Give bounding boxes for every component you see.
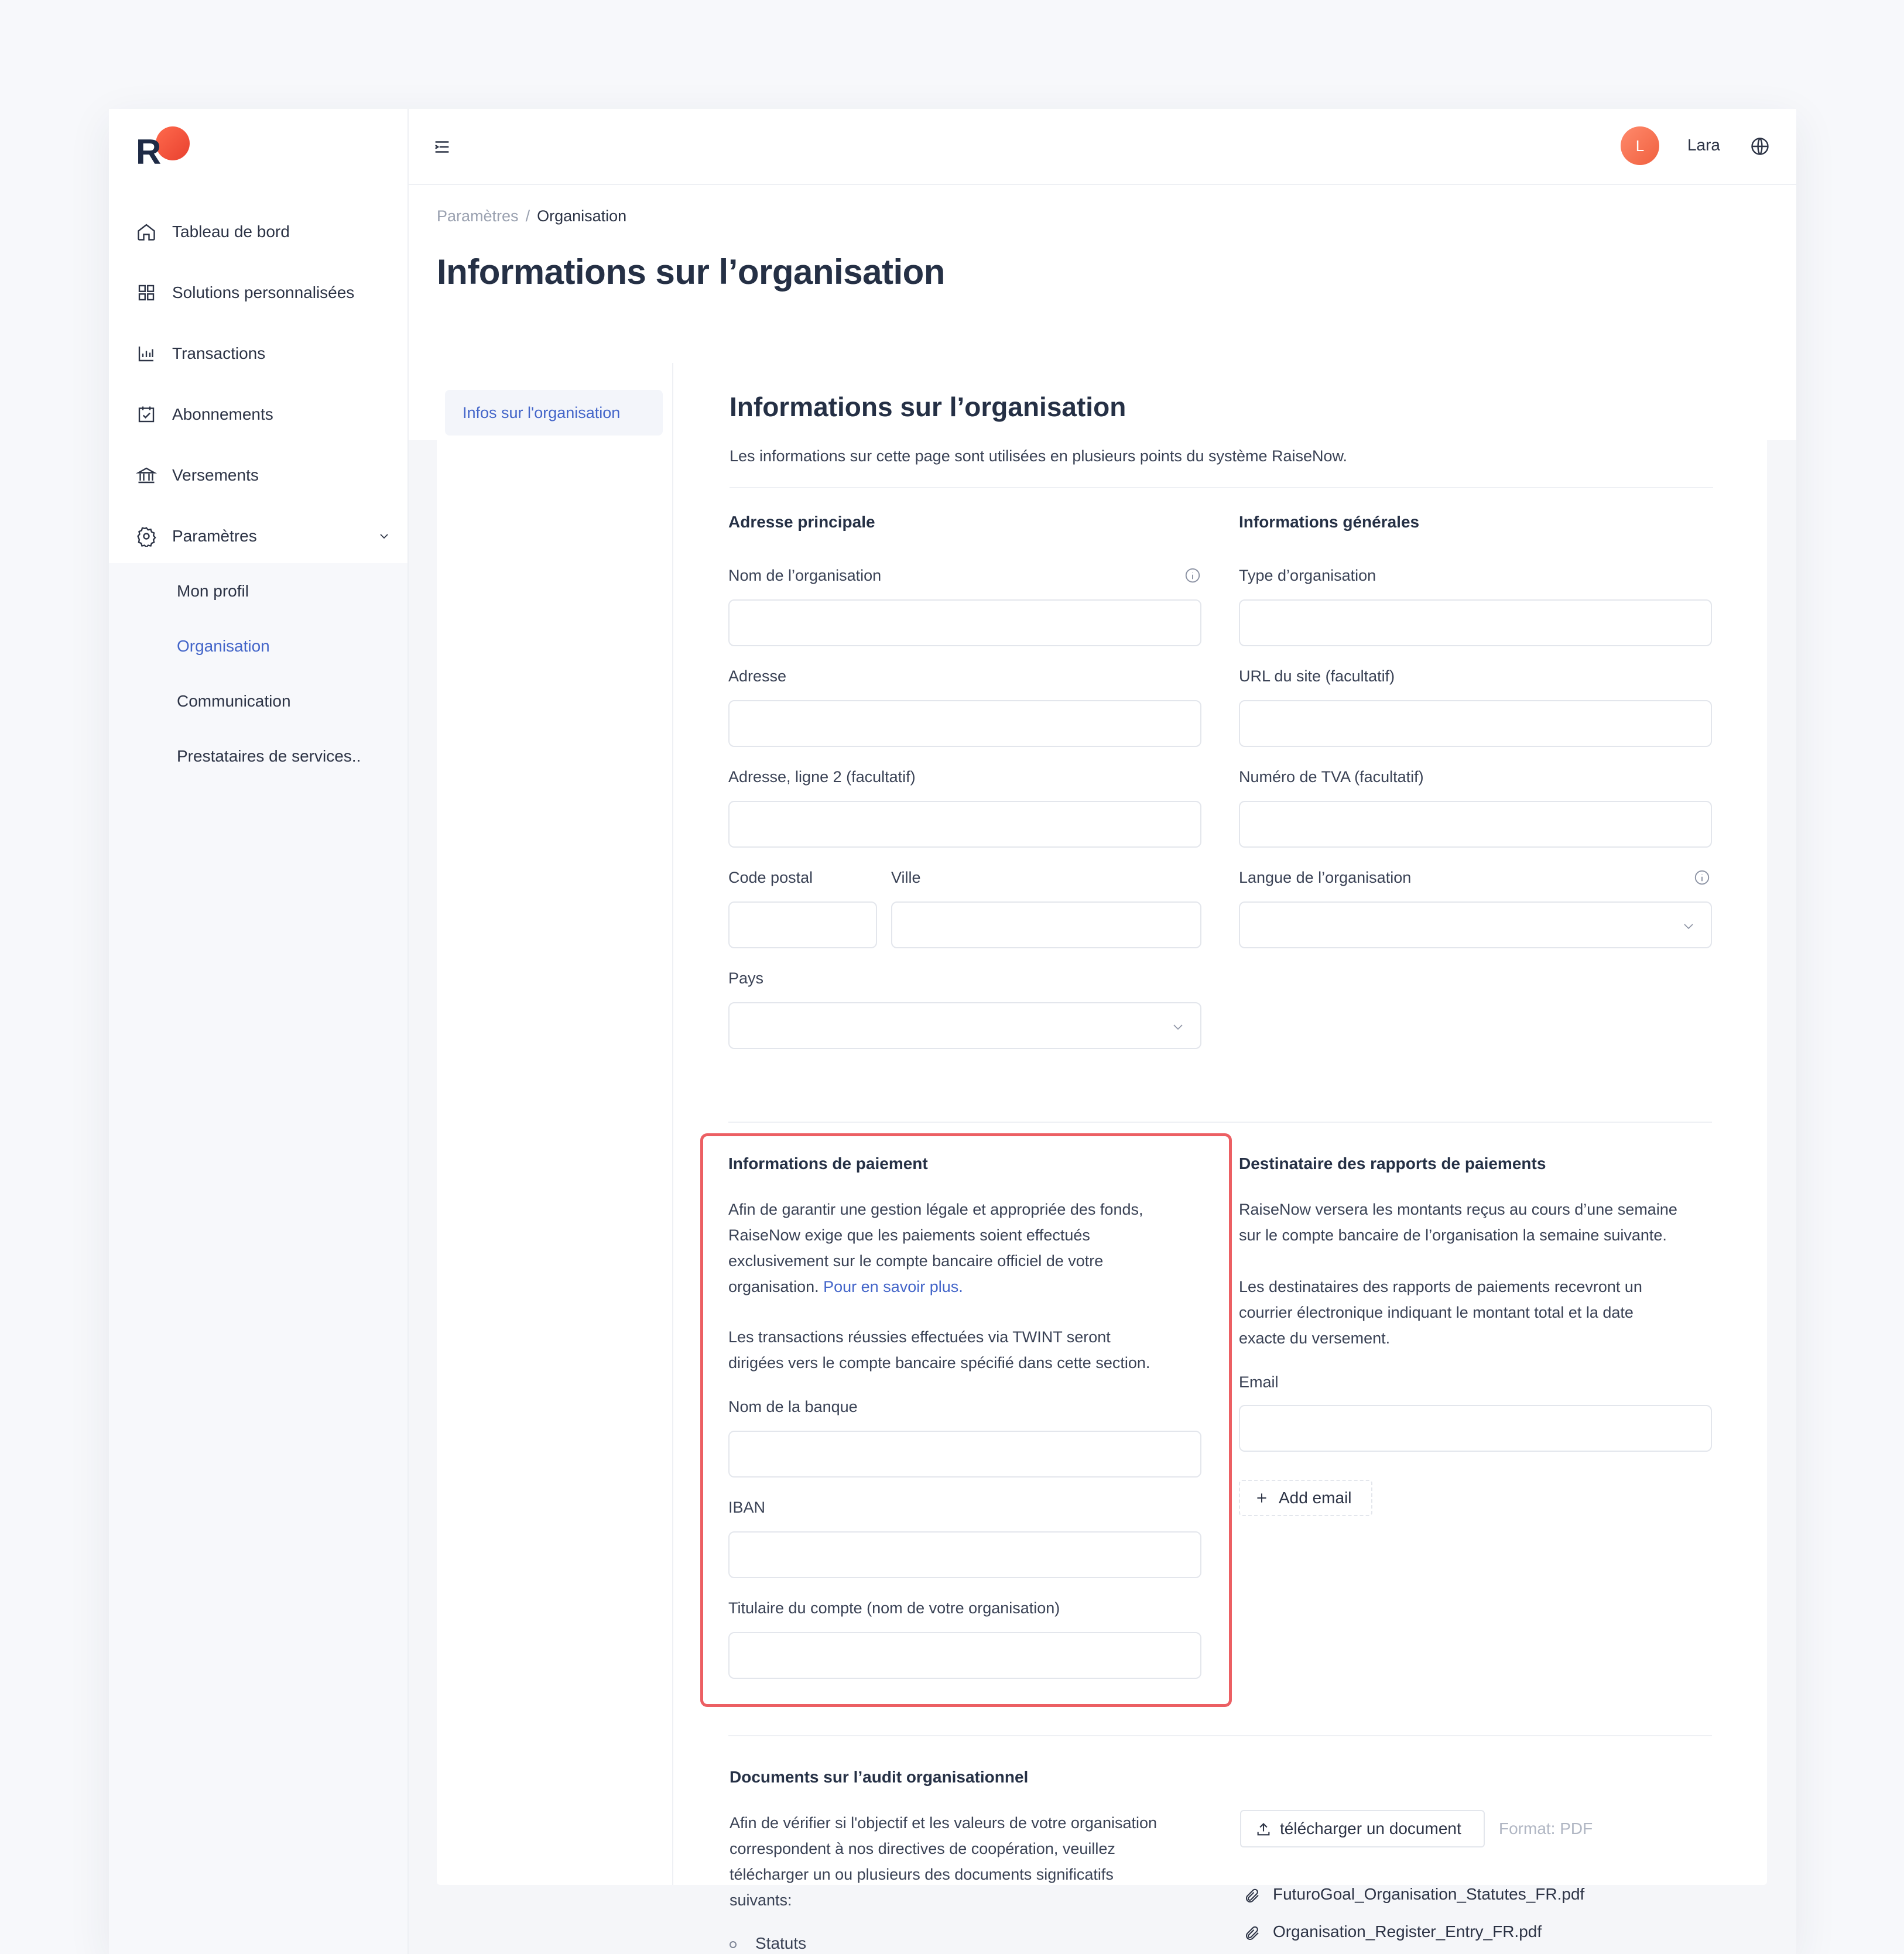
- iban-label: IBAN: [728, 1499, 766, 1516]
- city-input[interactable]: [891, 901, 1201, 948]
- payment-section-title: Informations de paiement: [728, 1154, 928, 1173]
- postal-code-input[interactable]: [728, 901, 877, 948]
- website-url-input[interactable]: [1239, 700, 1712, 747]
- country-select[interactable]: [728, 1002, 1201, 1049]
- org-language-label: Langue de l’organisation: [1239, 869, 1412, 886]
- city-label: Ville: [891, 869, 921, 886]
- divider: [730, 487, 1713, 488]
- bank-name-label: Nom de la banque: [728, 1398, 858, 1415]
- address2-label: Adresse, ligne 2 (facultatif): [728, 768, 916, 786]
- section-title: Informations sur l’organisation: [730, 392, 1126, 422]
- org-name-label: Nom de l’organisation: [728, 567, 882, 584]
- plus-icon: [1257, 1493, 1266, 1503]
- audit-description: Afin de vérifier si l'objectif et les va…: [730, 1814, 1158, 1909]
- upload-icon: [1257, 1823, 1270, 1836]
- chevron-down-icon: [1173, 1024, 1183, 1030]
- paperclip-icon: [1246, 1888, 1259, 1902]
- info-icon[interactable]: [1693, 869, 1711, 886]
- learn-more-link[interactable]: Pour en savoir plus.: [823, 1278, 963, 1295]
- divider: [728, 1735, 1712, 1736]
- address-label: Adresse: [728, 667, 787, 685]
- chevron-down-icon: [1684, 924, 1693, 930]
- bank-name-input[interactable]: [728, 1431, 1201, 1478]
- email-label: Email: [1239, 1373, 1279, 1391]
- uploaded-file[interactable]: Organisation_Register_Entry_FR.pdf: [1246, 1922, 1542, 1941]
- audit-section-title: Documents sur l’audit organisationnel: [730, 1768, 1029, 1786]
- email-input[interactable]: [1239, 1405, 1712, 1452]
- address-section-title: Adresse principale: [728, 513, 875, 531]
- upload-document-button[interactable]: télécharger un document: [1240, 1810, 1485, 1847]
- org-name-input[interactable]: [728, 599, 1201, 646]
- general-section-title: Informations générales: [1239, 513, 1420, 531]
- reports-description: RaiseNow versera les montants reçus au c…: [1239, 1201, 1677, 1244]
- divider: [728, 1122, 1712, 1123]
- vat-number-label: Numéro de TVA (facultatif): [1239, 768, 1424, 786]
- org-language-select[interactable]: [1239, 901, 1712, 948]
- postal-code-label: Code postal: [728, 869, 813, 886]
- org-type-label: Type d’organisation: [1239, 567, 1376, 584]
- twint-note: Les transactions réussies effectuées via…: [728, 1328, 1150, 1372]
- section-description: Les informations sur cette page sont uti…: [730, 447, 1348, 465]
- payment-description: Afin de garantir une gestion légale et a…: [728, 1201, 1143, 1295]
- info-icon[interactable]: [1184, 567, 1201, 584]
- vat-number-input[interactable]: [1239, 801, 1712, 848]
- address-input[interactable]: [728, 700, 1201, 747]
- iban-input[interactable]: [728, 1531, 1201, 1578]
- add-email-button[interactable]: Add email: [1239, 1480, 1372, 1516]
- org-type-input[interactable]: [1239, 599, 1712, 646]
- format-hint: Format: PDF: [1499, 1819, 1593, 1838]
- account-holder-input[interactable]: [728, 1632, 1201, 1679]
- website-url-label: URL du site (facultatif): [1239, 667, 1395, 685]
- account-holder-label: Titulaire du compte (nom de votre organi…: [728, 1599, 1060, 1617]
- address2-input[interactable]: [728, 801, 1201, 848]
- org-form: Informations sur l’organisation Les info…: [0, 0, 1904, 1954]
- uploaded-file[interactable]: FuturoGoal_Organisation_Statutes_FR.pdf: [1246, 1885, 1584, 1904]
- list-item: Statuts: [730, 1934, 806, 1953]
- reports-note: Les destinataires des rapports de paieme…: [1239, 1278, 1642, 1347]
- reports-section-title: Destinataire des rapports de paiements: [1239, 1154, 1546, 1173]
- country-label: Pays: [728, 969, 764, 987]
- paperclip-icon: [1246, 1926, 1259, 1940]
